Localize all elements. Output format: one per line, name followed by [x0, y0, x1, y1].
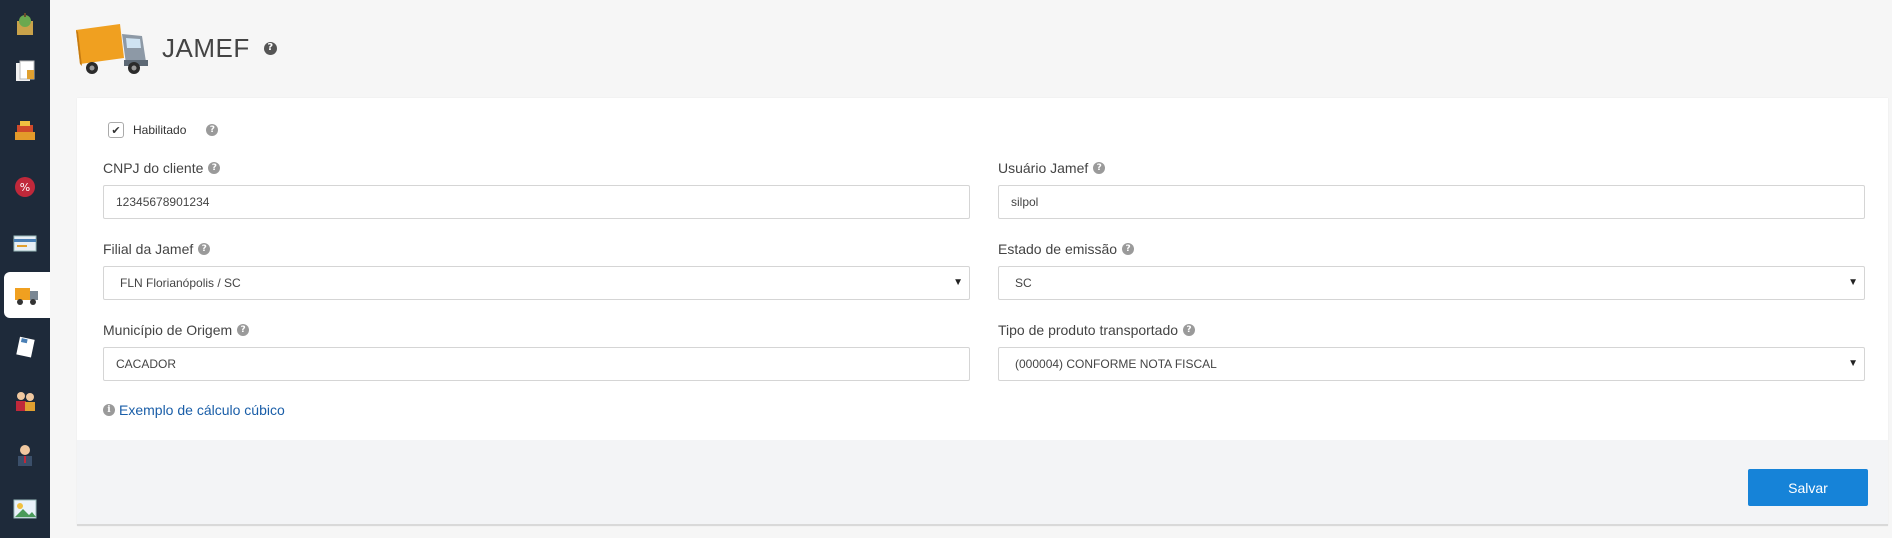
- enabled-label: Habilitado: [133, 123, 187, 137]
- apple-box-icon: [17, 13, 33, 35]
- tipo-produto-select[interactable]: (000004) CONFORME NOTA FISCAL ▼: [998, 347, 1865, 381]
- usuario-field-group: Usuário Jamef ? silpol: [998, 159, 1865, 219]
- usuario-value: silpol: [1011, 195, 1039, 209]
- cnpj-input[interactable]: 12345678901234: [103, 185, 970, 219]
- truck-icon: [15, 288, 38, 305]
- sidebar-item-profile[interactable]: [0, 432, 50, 478]
- help-icon[interactable]: ?: [237, 324, 250, 336]
- documents-icon: [16, 60, 35, 81]
- help-icon[interactable]: ?: [206, 124, 219, 136]
- enabled-row: ✔ Habilitado ?: [108, 122, 219, 138]
- sidebar-item-products[interactable]: [0, 2, 50, 48]
- tipo-produto-label: Tipo de produto transportado: [998, 322, 1179, 338]
- cnpj-value: 12345678901234: [116, 195, 210, 209]
- tipo-produto-value: (000004) CONFORME NOTA FISCAL: [1015, 357, 1217, 371]
- info-icon: i: [103, 404, 115, 416]
- help-icon[interactable]: ?: [1093, 162, 1106, 174]
- estado-field-group: Estado de emissão ? SC ▼: [998, 240, 1865, 300]
- card-footer: Salvar: [77, 440, 1888, 524]
- example-link-row: i Exemplo de cálculo cúbico: [103, 402, 285, 418]
- filial-value: FLN Florianópolis / SC: [120, 276, 241, 290]
- municipio-input[interactable]: CACADOR: [103, 347, 970, 381]
- sidebar-item-images[interactable]: [0, 486, 50, 532]
- usuario-input[interactable]: silpol: [998, 185, 1865, 219]
- filial-field-group: Filial da Jamef ? FLN Florianópolis / SC…: [103, 240, 970, 300]
- picture-icon: [13, 499, 37, 519]
- filial-select[interactable]: FLN Florianópolis / SC ▼: [103, 266, 970, 300]
- municipio-field-group: Município de Origem ? CACADOR: [103, 321, 970, 381]
- sidebar-item-shipping[interactable]: [4, 272, 50, 318]
- filial-label: Filial da Jamef: [103, 241, 194, 257]
- tipo-produto-field-group: Tipo de produto transportado ? (000004) …: [998, 321, 1865, 381]
- cnpj-field-group: CNPJ do cliente ? 12345678901234: [103, 159, 970, 219]
- sidebar-item-payments[interactable]: [0, 220, 50, 266]
- chevron-down-icon: ▼: [1848, 277, 1858, 288]
- help-icon[interactable]: ?: [263, 41, 277, 55]
- example-cubic-calc-link[interactable]: Exemplo de cálculo cúbico: [119, 402, 285, 418]
- users-icon: [16, 392, 35, 411]
- estado-select[interactable]: SC ▼: [998, 266, 1865, 300]
- usuario-label: Usuário Jamef: [998, 160, 1089, 176]
- checkmark-icon: ✔: [111, 124, 121, 137]
- help-icon[interactable]: ?: [1183, 324, 1196, 336]
- help-icon[interactable]: ?: [1122, 243, 1135, 255]
- page-header: JAMEF ?: [74, 18, 277, 78]
- truck-icon: [76, 24, 148, 74]
- sidebar: %: [0, 0, 50, 538]
- save-button[interactable]: Salvar: [1748, 469, 1868, 506]
- municipio-value: CACADOR: [116, 357, 177, 371]
- estado-value: SC: [1015, 276, 1032, 290]
- page-title: JAMEF: [162, 32, 250, 63]
- help-icon[interactable]: ?: [198, 243, 211, 255]
- sidebar-item-users[interactable]: [0, 378, 50, 424]
- note-icon: [16, 336, 35, 358]
- discount-icon: %: [15, 177, 35, 197]
- cnpj-label: CNPJ do cliente: [103, 160, 204, 176]
- sidebar-item-promotions[interactable]: %: [0, 164, 50, 210]
- svg-text:%: %: [20, 181, 30, 194]
- enabled-checkbox[interactable]: ✔: [108, 122, 124, 138]
- person-icon: [18, 445, 32, 466]
- municipio-label: Município de Origem: [103, 322, 233, 338]
- settings-card: ✔ Habilitado ? CNPJ do cliente ? 1234567…: [77, 98, 1888, 526]
- sidebar-item-notes[interactable]: [0, 324, 50, 370]
- stacked-boxes-icon: [15, 121, 35, 140]
- card-icon: [13, 235, 37, 252]
- sidebar-item-documents[interactable]: [0, 48, 50, 94]
- sidebar-item-inventory[interactable]: [0, 108, 50, 154]
- help-icon[interactable]: ?: [208, 162, 221, 174]
- chevron-down-icon: ▼: [953, 277, 963, 288]
- chevron-down-icon: ▼: [1848, 358, 1858, 369]
- estado-label: Estado de emissão: [998, 241, 1118, 257]
